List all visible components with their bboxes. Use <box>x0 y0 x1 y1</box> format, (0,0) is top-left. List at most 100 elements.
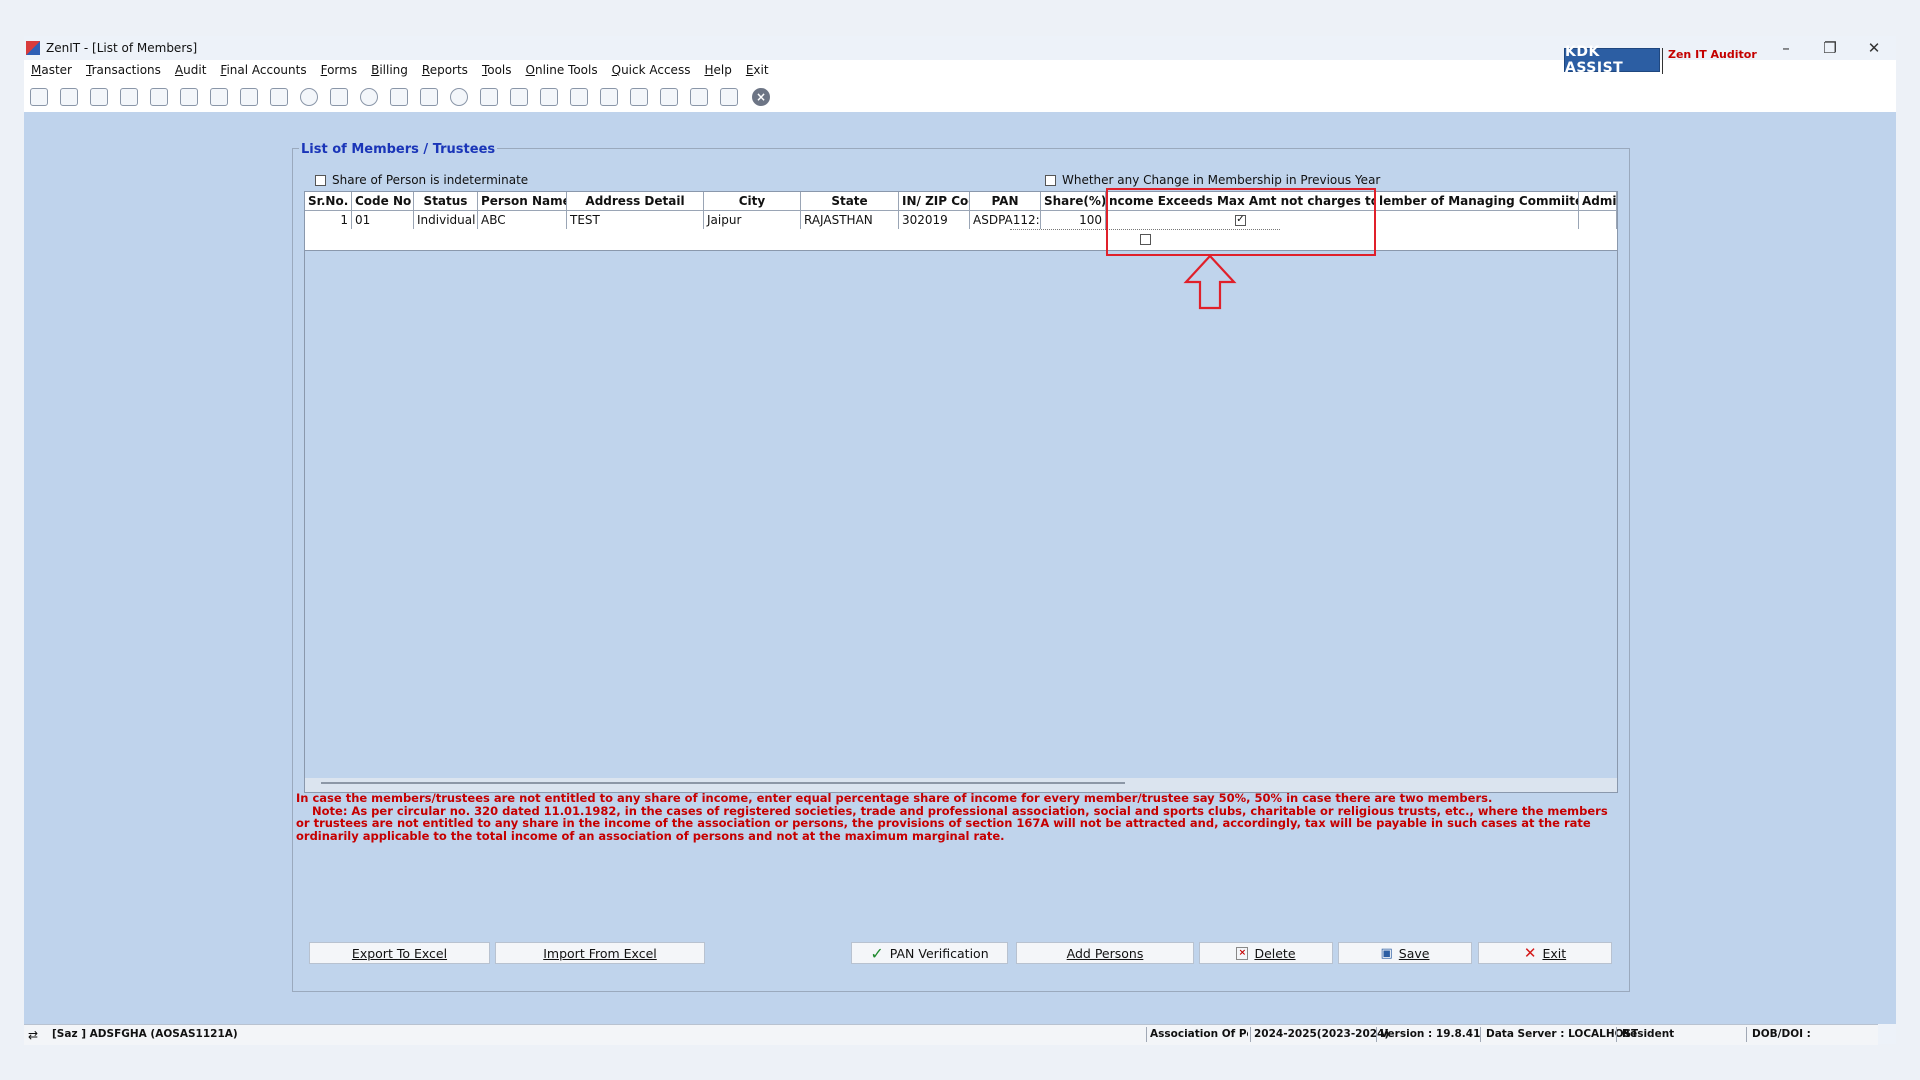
status-assessee-type: Association Of Persi <box>1150 1028 1248 1040</box>
toolbar-separator <box>1662 48 1663 74</box>
col-header-share[interactable]: Share(%) <box>1041 192 1106 210</box>
document-user-icon[interactable] <box>510 88 528 106</box>
menu-exit[interactable]: Exit <box>739 63 776 77</box>
save-label: Save <box>1398 945 1430 961</box>
gift-icon[interactable] <box>150 88 168 106</box>
info-note: In case the members/trustees are not ent… <box>296 792 1614 842</box>
exit-label: Exit <box>1542 945 1567 961</box>
ledger-icon[interactable] <box>330 88 348 106</box>
menu-tools[interactable]: Tools <box>475 63 519 77</box>
membership-change-checkbox[interactable] <box>1045 174 1056 186</box>
zenit-logo-icon <box>26 41 40 55</box>
menu-final-accounts[interactable]: Final Accounts <box>213 63 313 77</box>
kdk-assist-button[interactable]: KDK ASSIST <box>1564 44 1660 76</box>
people-icon[interactable] <box>180 88 198 106</box>
export-excel-button[interactable]: Export To Excel <box>309 942 490 964</box>
members-grid[interactable]: Sr.No. Code No Status Person Name Addres… <box>304 191 1618 793</box>
bar-chart-icon[interactable] <box>120 88 138 106</box>
menu-master[interactable]: Master <box>24 63 79 77</box>
minimize-button[interactable]: – <box>1764 36 1808 60</box>
status-divider <box>1146 1027 1147 1042</box>
col-header-state[interactable]: State <box>801 192 899 210</box>
bs-icon[interactable] <box>630 88 648 106</box>
col-header-address[interactable]: Address Detail <box>567 192 704 210</box>
gavel-icon[interactable] <box>210 88 228 106</box>
cell-admit[interactable] <box>1579 211 1617 229</box>
checkmark-icon: ✓ <box>870 943 884 963</box>
menu-billing[interactable]: Billing <box>364 63 415 77</box>
info-icon[interactable] <box>450 88 468 106</box>
col-header-city[interactable]: City <box>704 192 801 210</box>
cell-zip[interactable]: 302019 <box>899 211 970 229</box>
close-circle-icon[interactable]: × <box>752 88 770 106</box>
import-excel-button[interactable]: Import From Excel <box>495 942 705 964</box>
grid-header: Sr.No. Code No Status Person Name Addres… <box>305 192 1617 210</box>
bank-icon[interactable] <box>660 88 678 106</box>
share-indeterminate-option[interactable]: Share of Person is indeterminate <box>315 173 528 187</box>
col-header-person-name[interactable]: Person Name <box>478 192 567 210</box>
menu-online-tools[interactable]: Online Tools <box>519 63 605 77</box>
col-header-pan[interactable]: PAN <box>970 192 1041 210</box>
restore-button[interactable]: ❐ <box>1808 36 1852 60</box>
menu-transactions[interactable]: Transactions <box>79 63 168 77</box>
globe-icon[interactable] <box>300 88 318 106</box>
exit-button[interactable]: ✕ Exit <box>1478 942 1612 964</box>
col-header-code[interactable]: Code No <box>352 192 414 210</box>
status-version: Version : 19.8.41 <box>1380 1028 1481 1040</box>
col-header-srno[interactable]: Sr.No. <box>305 192 352 210</box>
pie-chart-icon[interactable] <box>360 88 378 106</box>
status-divider <box>1480 1027 1481 1042</box>
table-row[interactable]: 1 01 Individual ABC TEST Jaipur RAJASTHA… <box>305 210 1617 229</box>
person-pay-icon[interactable] <box>390 88 408 106</box>
highlight-box <box>1106 188 1376 256</box>
client-switch-icon[interactable]: ⇄ <box>28 1028 38 1042</box>
cell-city[interactable]: Jaipur <box>704 211 801 229</box>
pan-verification-button[interactable]: ✓ PAN Verification <box>851 942 1008 964</box>
horizontal-scrollbar[interactable] <box>321 782 1125 784</box>
cell-status[interactable]: Individual <box>414 211 478 229</box>
panel-title: List of Members / Trustees <box>299 142 498 157</box>
report-icon[interactable] <box>480 88 498 106</box>
status-divider <box>1376 1027 1377 1042</box>
share-indeterminate-checkbox[interactable] <box>315 174 326 186</box>
menu-reports[interactable]: Reports <box>415 63 475 77</box>
grid-scroll-area <box>305 778 1617 792</box>
calculator-icon[interactable] <box>30 88 48 106</box>
save-disk-icon[interactable] <box>270 88 288 106</box>
delete-label: Delete <box>1254 945 1296 961</box>
col-header-managing-committee[interactable]: lember of Managing Commiitee <box>1376 192 1579 210</box>
up-arrow-icon <box>1183 254 1237 310</box>
3cd-icon[interactable] <box>690 88 708 106</box>
close-window-button[interactable]: ✕ <box>1852 36 1896 60</box>
status-residency: Resident <box>1622 1028 1675 1040</box>
cell-person-name[interactable]: ABC <box>478 211 567 229</box>
add-persons-button[interactable]: Add Persons <box>1016 942 1194 964</box>
col-header-status[interactable]: Status <box>414 192 478 210</box>
col-header-zip[interactable]: IN/ ZIP Cod <box>899 192 970 210</box>
home-icon[interactable] <box>60 88 78 106</box>
settings-icon[interactable] <box>570 88 588 106</box>
delete-button[interactable]: × Delete <box>1199 942 1333 964</box>
form-icon[interactable] <box>720 88 738 106</box>
save-button[interactable]: ▣ Save <box>1338 942 1472 964</box>
cell-pan[interactable]: ASDPA112: <box>970 211 1041 229</box>
calendar-icon[interactable] <box>540 88 558 106</box>
cell-share[interactable]: 100 <box>1041 211 1106 229</box>
status-divider <box>1746 1027 1747 1042</box>
menu-quick-access[interactable]: Quick Access <box>605 63 698 77</box>
buildings-icon[interactable] <box>90 88 108 106</box>
cell-code[interactable]: 01 <box>352 211 414 229</box>
cell-srno[interactable]: 1 <box>305 211 352 229</box>
menu-help[interactable]: Help <box>697 63 738 77</box>
menu-forms[interactable]: Forms <box>314 63 365 77</box>
book-icon[interactable] <box>420 88 438 106</box>
filter-icon[interactable] <box>240 88 258 106</box>
share-indeterminate-label: Share of Person is indeterminate <box>332 173 529 187</box>
cell-managing-committee[interactable] <box>1376 211 1579 229</box>
refresh-icon[interactable] <box>600 88 618 106</box>
col-header-admit[interactable]: Admit <box>1579 192 1617 210</box>
menu-audit[interactable]: Audit <box>168 63 213 77</box>
cell-state[interactable]: RAJASTHAN <box>801 211 899 229</box>
membership-change-option[interactable]: Whether any Change in Membership in Prev… <box>1045 173 1380 187</box>
cell-address[interactable]: TEST <box>567 211 704 229</box>
